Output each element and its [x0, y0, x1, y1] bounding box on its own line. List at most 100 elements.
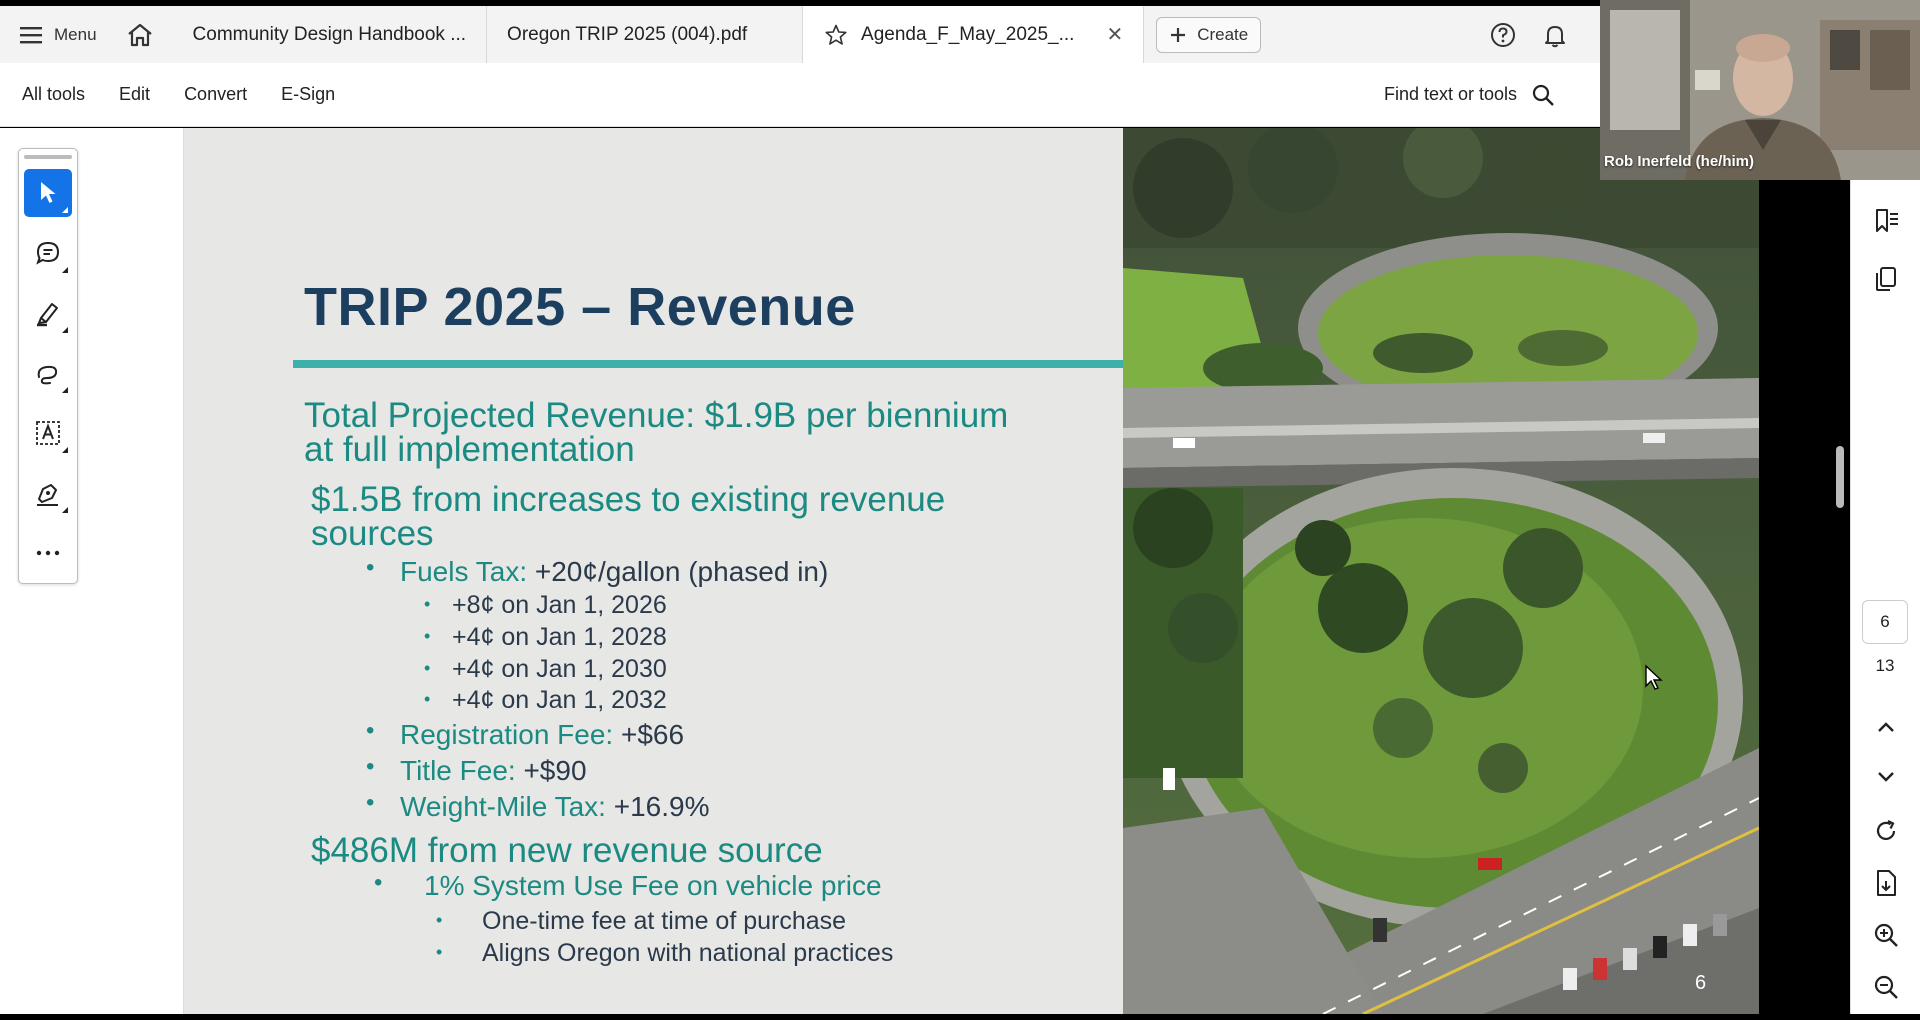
bullet-dot: •: [424, 689, 431, 709]
use-fee-point: Aligns Oregon with national practices: [482, 939, 894, 967]
chevron-down-icon: [1878, 772, 1894, 782]
tab-label: Agenda_F_May_2025_...: [861, 23, 1075, 45]
bullet-dot: •: [424, 594, 431, 614]
esign-button[interactable]: E-Sign: [281, 84, 335, 105]
file-save-icon: [1877, 870, 1896, 896]
revenue-heading-line2: at full implementation: [304, 430, 635, 469]
right-rail: 6 13: [1850, 128, 1920, 1014]
select-tool[interactable]: [24, 169, 72, 217]
plus-icon: [1171, 27, 1186, 42]
tab-oregon-trip[interactable]: Oregon TRIP 2025 (004).pdf: [487, 6, 804, 63]
title-fee-item: Title Fee: +$90: [400, 755, 587, 787]
pen-sign-icon: [37, 484, 58, 506]
save-file-button[interactable]: [1871, 868, 1901, 898]
weight-mile-tax-label: Weight-Mile Tax:: [400, 791, 606, 822]
fuels-tax-item: Fuels Tax: +20¢/gallon (phased in): [400, 556, 828, 588]
comment-tool[interactable]: [24, 229, 72, 277]
new-source-heading: $486M from new revenue source: [311, 831, 823, 870]
registration-fee-label: Registration Fee:: [400, 719, 614, 750]
hamburger-icon: [20, 26, 42, 43]
fuels-tax-value: +20¢/gallon (phased in): [527, 556, 829, 587]
close-tab-icon[interactable]: ✕: [1106, 22, 1123, 47]
tab-label: Community Design Handbook ...: [192, 23, 467, 45]
home-icon: [127, 23, 152, 46]
help-icon[interactable]: [1490, 22, 1516, 48]
bullet-dot: •: [366, 753, 375, 780]
tool-options-indicator: [62, 447, 68, 453]
more-tools-button[interactable]: [24, 529, 72, 577]
menu-label: Menu: [54, 24, 97, 44]
find-label: Find text or tools: [1384, 84, 1518, 104]
title-fee-value: +$90: [515, 755, 587, 786]
tool-options-indicator: [62, 387, 68, 393]
home-button[interactable]: [117, 6, 163, 63]
weight-mile-tax-item: Weight-Mile Tax: +16.9%: [400, 791, 709, 823]
bookmarks-button[interactable]: [1871, 206, 1901, 236]
bullet-dot: •: [424, 658, 431, 678]
copy-pages-icon: [1876, 267, 1896, 291]
refresh-button[interactable]: [1871, 816, 1901, 846]
all-tools-button[interactable]: All tools: [22, 84, 85, 105]
tool-options-indicator: [62, 267, 68, 273]
aerial-photo-graphic: [1123, 128, 1759, 1014]
bullet-dot: •: [436, 942, 443, 962]
tab-community-design-handbook[interactable]: Community Design Handbook ...: [173, 6, 488, 63]
sign-tool[interactable]: [24, 469, 72, 517]
zoom-in-icon: [1874, 923, 1898, 947]
tool-options-indicator: [62, 207, 68, 213]
fuels-step-item: +8¢ on Jan 1, 2026: [452, 591, 667, 619]
tabbar-right-icons: [1490, 6, 1568, 63]
existing-sources-line2: sources: [311, 514, 434, 553]
text-box-tool[interactable]: [24, 409, 72, 457]
tab-label: Oregon TRIP 2025 (004).pdf: [507, 23, 748, 45]
draw-tool[interactable]: [24, 349, 72, 397]
text-box-icon: [36, 421, 60, 445]
interchange-aerial-photo: [1123, 128, 1759, 1014]
zoom-out-button[interactable]: [1871, 972, 1901, 1002]
previous-page-button[interactable]: [1871, 712, 1901, 742]
registration-fee-item: Registration Fee: +$66: [400, 719, 684, 751]
mouse-cursor-icon: [1645, 664, 1663, 690]
search-icon: [1532, 84, 1554, 106]
zoom-in-button[interactable]: [1871, 920, 1901, 950]
next-page-button[interactable]: [1871, 762, 1901, 792]
participant-name: Rob Inerfeld (he/him): [1604, 153, 1754, 170]
tab-agenda[interactable]: Agenda_F_May_2025_... ✕: [803, 6, 1145, 63]
tab-bar: Menu Community Design Handbook ... Orego…: [0, 6, 1600, 63]
panel-grip[interactable]: [24, 155, 72, 159]
fuels-step-item: +4¢ on Jan 1, 2028: [452, 623, 667, 651]
page-thumbnails-button[interactable]: [1871, 264, 1901, 294]
chevron-up-icon: [1878, 722, 1894, 732]
use-fee-point: One-time fee at time of purchase: [482, 907, 847, 935]
tool-options-indicator: [62, 327, 68, 333]
cursor-arrow-icon: [41, 182, 56, 203]
bell-icon[interactable]: [1542, 22, 1568, 48]
registration-fee-value: +$66: [613, 719, 685, 750]
fuels-step-item: +4¢ on Jan 1, 2032: [452, 686, 667, 714]
fuels-tax-label: Fuels Tax:: [400, 556, 528, 587]
vertical-scrollbar[interactable]: [1836, 446, 1844, 508]
edit-button[interactable]: Edit: [119, 84, 150, 105]
comment-icon: [36, 241, 60, 265]
weight-mile-tax-value: +16.9%: [605, 791, 710, 822]
window-bottom-strip: [0, 1014, 1920, 1020]
bookmark-list-icon: [1876, 209, 1898, 232]
star-icon[interactable]: [823, 23, 849, 47]
highlight-tool[interactable]: [24, 289, 72, 337]
bullet-dot: •: [366, 554, 375, 581]
menu-button[interactable]: Menu: [0, 6, 117, 63]
fuels-step-item: +4¢ on Jan 1, 2030: [452, 655, 667, 683]
zoom-out-icon: [1874, 975, 1898, 999]
main-toolbar: All tools Edit Convert E-Sign Find text …: [0, 63, 1600, 127]
create-button[interactable]: Create: [1156, 16, 1262, 53]
quick-tools-panel: [18, 148, 78, 584]
freehand-draw-icon: [37, 365, 58, 385]
slide-number: 6: [1695, 972, 1707, 994]
create-label: Create: [1197, 24, 1249, 44]
find-text-or-tools[interactable]: Find text or tools: [1384, 63, 1555, 126]
bullet-dot: •: [374, 869, 383, 896]
refresh-icon: [1876, 820, 1896, 840]
system-use-fee-item: 1% System Use Fee on vehicle price: [424, 870, 882, 901]
convert-button[interactable]: Convert: [184, 84, 247, 105]
current-page-input[interactable]: 6: [1862, 600, 1908, 644]
